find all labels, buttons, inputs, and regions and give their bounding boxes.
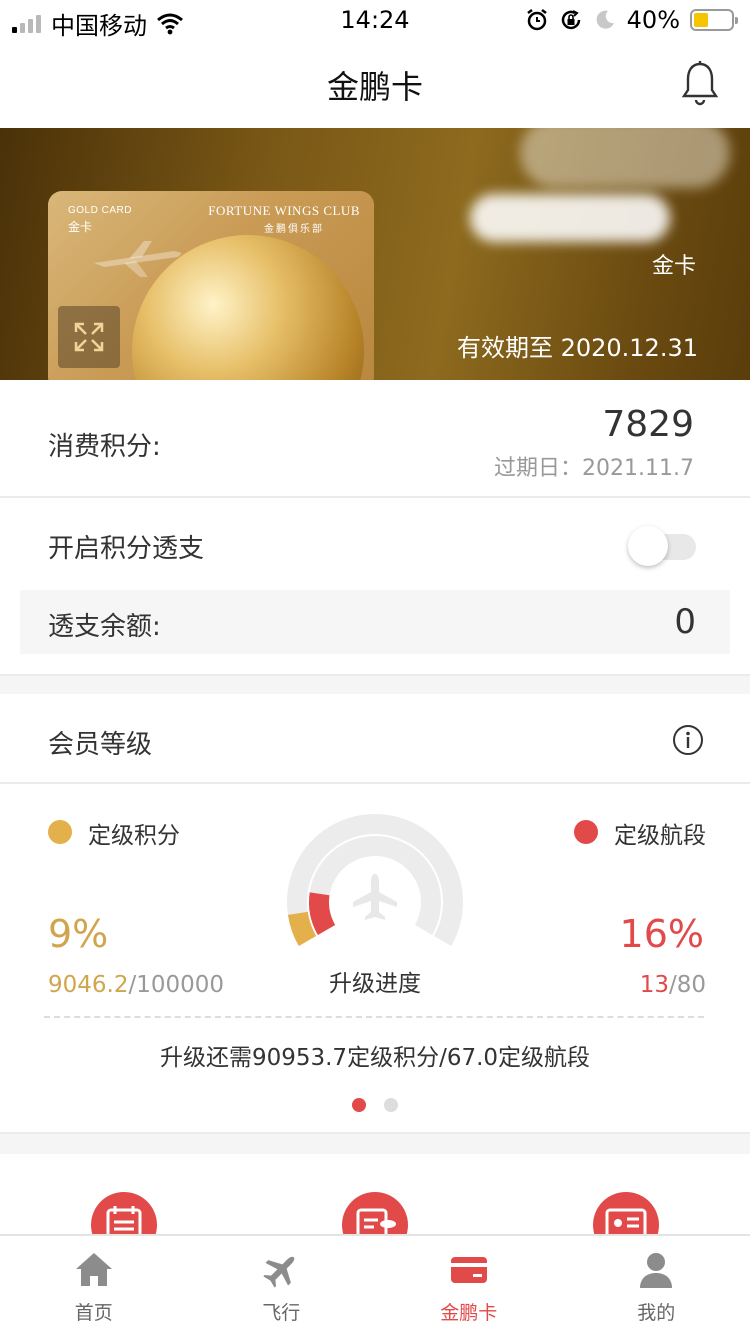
redaction-smudge: [520, 128, 730, 188]
upgrade-gauge: [287, 814, 463, 946]
battery-fill: [694, 13, 709, 27]
overdraft-balance-label: 透支余额:: [48, 612, 161, 642]
expand-button[interactable]: [58, 306, 120, 368]
tab-home[interactable]: 首页: [0, 1236, 188, 1334]
overdraft-toggle[interactable]: [628, 526, 698, 566]
overdraft-row: 开启积分透支: [0, 500, 750, 588]
segments-legend-dot: [574, 820, 598, 844]
membership-level-row[interactable]: 会员等级: [0, 696, 750, 784]
points-row: 消费积分: 7829 过期日：2021.11.7: [0, 380, 750, 498]
page-dot[interactable]: [384, 1098, 398, 1112]
points-value: 7829: [602, 404, 694, 445]
card-tier-cn: 金卡: [68, 220, 93, 234]
redaction-smudge: [470, 194, 670, 242]
points-record-shortcut-button[interactable]: [342, 1192, 408, 1236]
tab-bar: 首页 飞行 金鹏卡 我的: [0, 1234, 750, 1334]
calendar-shortcut-button[interactable]: [91, 1192, 157, 1236]
section-divider: [0, 674, 750, 694]
upgrade-requirement: 升级还需90953.7定级积分/67.0定级航段: [159, 1045, 591, 1071]
segments-current: 13: [639, 972, 669, 998]
overdraft-label: 开启积分透支: [48, 534, 205, 564]
nav-bar: 金鹏卡: [0, 40, 750, 128]
calendar-icon: [106, 1206, 142, 1236]
points-expiry: 过期日：2021.11.7: [494, 456, 694, 481]
points-legend-dot: [48, 820, 72, 844]
rotation-lock-icon: [561, 10, 580, 30]
home-icon: [75, 1253, 112, 1286]
card-icon: [450, 1257, 487, 1283]
segments-percent: 16%: [619, 912, 704, 956]
points-legend-label: 定级积分: [88, 823, 180, 849]
overdraft-balance-value: 0: [674, 602, 696, 642]
card-club-name: FORTUNE WINGS CLUB: [208, 203, 360, 218]
status-right: 40%: [525, 6, 738, 34]
alarm-icon: [526, 9, 547, 31]
page-dot[interactable]: [352, 1098, 366, 1112]
segments-legend-label: 定级航段: [614, 823, 706, 849]
person-icon: [640, 1253, 673, 1288]
plane-icon: [353, 874, 397, 920]
card-expiry: 有效期至 2020.12.31: [456, 334, 698, 362]
tab-label: 飞行: [262, 1302, 301, 1324]
page-indicator[interactable]: [0, 1098, 750, 1112]
member-id-shortcut-button[interactable]: [593, 1192, 659, 1236]
segments-total: /80: [668, 972, 706, 998]
tab-flight[interactable]: 飞行: [188, 1236, 376, 1334]
tab-label: 金鹏卡: [440, 1302, 498, 1324]
overdraft-balance-row: 透支余额: 0: [20, 590, 730, 654]
plane-graphic: [94, 241, 182, 277]
tab-label: 我的: [637, 1302, 676, 1324]
card-club-name-cn: 金鹏俱乐部: [264, 224, 324, 235]
points-label: 消费积分:: [48, 432, 161, 462]
card-banner: GOLD CARD 金卡 FORTUNE WINGS CLUB 金鹏俱乐部 金卡…: [0, 128, 750, 380]
bell-icon[interactable]: [680, 60, 720, 106]
upgrade-progress-panel[interactable]: 定级积分 定级航段 9% 9046.2/100000 升级进度 16% 13/8…: [0, 786, 750, 1132]
toggle-knob: [628, 526, 668, 566]
tab-label: 首页: [74, 1302, 113, 1324]
info-icon[interactable]: [672, 724, 704, 756]
shortcut-row: [0, 1154, 750, 1236]
status-bar: 中国移动 14:24 40%: [0, 0, 750, 40]
dashed-divider: [44, 1016, 704, 1018]
gauge-label: 升级进度: [329, 971, 421, 997]
page-title: 金鹏卡: [326, 68, 423, 106]
moon-icon: [596, 10, 614, 29]
gauge-points-arc: [287, 911, 317, 946]
expand-icon: [74, 322, 104, 352]
tab-mine[interactable]: 我的: [563, 1236, 750, 1334]
membership-level-label: 会员等级: [48, 730, 153, 760]
battery-percent: 40%: [626, 6, 680, 34]
points-percent: 9%: [48, 912, 109, 956]
card-tier-en: GOLD CARD: [68, 205, 132, 216]
battery-icon: [690, 9, 738, 31]
id-card-icon: [605, 1208, 647, 1236]
card-level: 金卡: [651, 254, 696, 279]
tab-card[interactable]: 金鹏卡: [375, 1236, 563, 1334]
segments-count: 13/80: [640, 972, 706, 998]
section-divider: [0, 1132, 750, 1154]
plane-icon: [263, 1256, 295, 1288]
record-icon: [356, 1208, 396, 1236]
gauge-segments-arc: [309, 892, 336, 935]
